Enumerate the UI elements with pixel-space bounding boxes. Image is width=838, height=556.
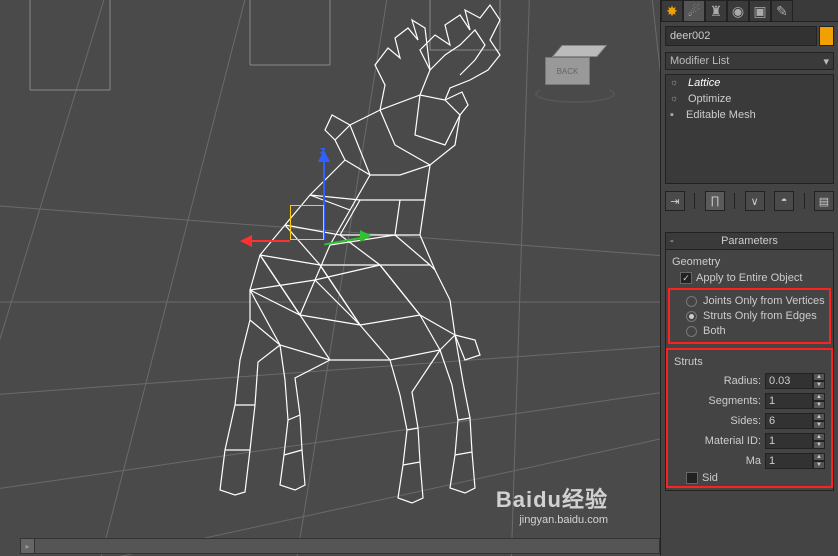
show-end-result-button[interactable]: ∏ [705, 191, 725, 211]
configure-sets-button[interactable]: ▤ [814, 191, 834, 211]
viewport[interactable]: z BACK ▸ Baidu经验 jingyan.baidu.com [0, 0, 660, 556]
segments-input[interactable] [765, 393, 813, 409]
material-cut-input[interactable] [765, 453, 813, 469]
radius-input[interactable] [765, 373, 813, 389]
stack-editable-mesh[interactable]: ▪ Editable Mesh [666, 107, 833, 123]
display-tab-icon[interactable]: ▣ [749, 0, 771, 22]
radio-joints-only[interactable]: Joints Only from Vertices [686, 295, 825, 307]
material-cut-spinner[interactable]: ▲▼ [813, 453, 825, 469]
radio-struts-only[interactable]: Struts Only from Edges [686, 310, 825, 322]
material-id-input[interactable] [765, 433, 813, 449]
remove-modifier-button[interactable]: ◓ [774, 191, 794, 211]
radio-both[interactable]: Both [686, 325, 825, 337]
end-caps-checkbox[interactable]: Sid [686, 472, 825, 484]
stack-optimize[interactable]: ☼ Optimize [666, 91, 833, 107]
viewcube-ring[interactable] [535, 85, 615, 103]
segments-label: Segments: [674, 395, 765, 407]
sides-label: Sides: [674, 415, 765, 427]
modifier-stack[interactable]: ☼ Lattice ☼ Optimize ▪ Editable Mesh [665, 74, 834, 184]
radius-spinner[interactable]: ▲▼ [813, 373, 825, 389]
motion-tab-icon[interactable]: ◉ [727, 0, 749, 22]
material-id-spinner[interactable]: ▲▼ [813, 433, 825, 449]
geometry-group-label: Geometry [672, 256, 827, 268]
apply-entire-checkbox[interactable]: ✓Apply to Entire Object [680, 272, 827, 284]
modify-tab-icon[interactable]: ☄ [683, 0, 705, 22]
pin-stack-button[interactable]: ⇥ [665, 191, 685, 211]
lightbulb-icon[interactable]: ☼ [670, 93, 682, 105]
struts-group-label: Struts [674, 356, 825, 368]
sides-spinner[interactable]: ▲▼ [813, 413, 825, 429]
material-cut-label: Ma [674, 455, 765, 467]
timeline-play-icon[interactable]: ▸ [21, 539, 35, 553]
segments-spinner[interactable]: ▲▼ [813, 393, 825, 409]
create-tab-icon[interactable]: ✸ [661, 0, 683, 22]
stack-lattice[interactable]: ☼ Lattice [666, 75, 833, 91]
material-id-label: Material ID: [674, 435, 765, 447]
object-color-swatch[interactable] [819, 26, 834, 46]
object-name-input[interactable] [665, 26, 817, 46]
expand-icon[interactable]: ▪ [670, 109, 682, 121]
utilities-tab-icon[interactable]: ✎ [771, 0, 793, 22]
hierarchy-tab-icon[interactable]: ♜ [705, 0, 727, 22]
viewcube[interactable]: BACK [545, 45, 600, 85]
modifier-list-dropdown[interactable]: Modifier List [665, 52, 834, 70]
radius-label: Radius: [674, 375, 765, 387]
timeline-bar[interactable]: ▸ [20, 538, 660, 554]
highlight-struts-group: Struts Radius: ▲▼ Segments: ▲▼ Sides: ▲▼ [666, 348, 833, 488]
parameters-rollout-header[interactable]: -Parameters [665, 232, 834, 250]
make-unique-button[interactable]: ∨ [745, 191, 765, 211]
command-panel: ✸ ☄ ♜ ◉ ▣ ✎ Modifier List ☼ Lattice ☼ Op… [660, 0, 838, 556]
highlight-radio-group: Joints Only from Vertices Struts Only fr… [668, 288, 831, 344]
sides-input[interactable] [765, 413, 813, 429]
lightbulb-icon[interactable]: ☼ [670, 77, 682, 89]
watermark: Baidu经验 jingyan.baidu.com [496, 482, 608, 526]
